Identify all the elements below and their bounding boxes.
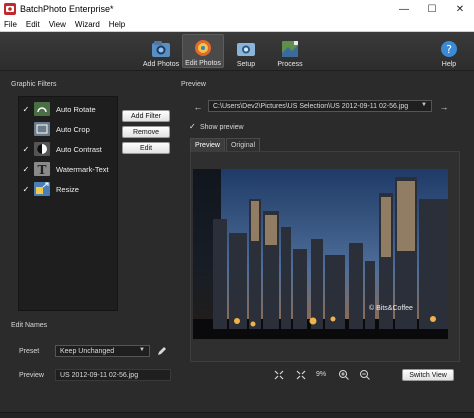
process-icon xyxy=(282,41,298,57)
fit-to-window-icon[interactable] xyxy=(273,369,285,381)
file-path-value: C:\Users\Dev2\Pictures\US Selection\US 2… xyxy=(213,102,409,110)
filter-label: Resize xyxy=(56,184,79,194)
file-path-select[interactable]: C:\Users\Dev2\Pictures\US Selection\US 2… xyxy=(208,100,432,112)
setup-label: Setup xyxy=(236,61,256,68)
app-logo-icon xyxy=(4,3,16,15)
text-icon: T xyxy=(34,162,50,176)
zoom-in-icon[interactable] xyxy=(338,369,350,381)
filter-item-auto-crop[interactable]: Auto Crop xyxy=(19,120,117,138)
auto-contrast-icon xyxy=(34,142,50,156)
menu-wizard[interactable]: Wizard xyxy=(75,20,100,29)
resize-icon xyxy=(34,182,50,196)
preview-heading: Preview xyxy=(181,81,206,88)
menu-edit[interactable]: Edit xyxy=(26,20,40,29)
filter-label: Auto Rotate xyxy=(56,104,96,114)
filter-item-auto-rotate[interactable]: ✓ Auto Rotate xyxy=(19,100,117,118)
filter-item-auto-contrast[interactable]: ✓ Auto Contrast xyxy=(19,140,117,158)
remove-filter-button[interactable]: Remove xyxy=(122,126,170,138)
show-preview-label: Show preview xyxy=(200,124,244,131)
menu-file[interactable]: File xyxy=(4,20,17,29)
preview-area: © Bits&Coffee xyxy=(190,151,460,362)
edit-photos-label: Edit Photos xyxy=(185,60,221,67)
menu-bar: File Edit View Wizard Help xyxy=(0,18,474,32)
chevron-down-icon: ▼ xyxy=(421,102,427,108)
arrow-right-icon[interactable]: → xyxy=(438,101,450,113)
preset-select[interactable]: Keep Unchanged ▼ xyxy=(55,345,150,357)
watermark-text: © Bits&Coffee xyxy=(369,304,413,312)
title-bar: BatchPhoto Enterprise* — ☐ ✕ xyxy=(0,0,474,18)
filter-checkbox[interactable]: ✓ xyxy=(21,105,31,114)
auto-crop-icon xyxy=(34,122,50,136)
window-title: BatchPhoto Enterprise* xyxy=(20,4,114,14)
edit-photos-icon xyxy=(195,40,211,56)
filter-label: Auto Contrast xyxy=(56,144,102,154)
preview-image[interactable]: © Bits&Coffee xyxy=(193,169,448,339)
filters-list[interactable]: ✓ Auto Rotate Auto Crop ✓ Auto Contrast … xyxy=(18,96,118,311)
auto-rotate-icon xyxy=(34,102,50,116)
minimize-button[interactable]: — xyxy=(390,0,418,18)
help-icon: ? xyxy=(441,41,457,57)
filter-item-resize[interactable]: ✓ Resize xyxy=(19,180,117,198)
filter-checkbox[interactable]: ✓ xyxy=(21,145,31,154)
filter-label: Auto Crop xyxy=(56,124,90,134)
filter-item-watermark-text[interactable]: ✓ T Watermark-Text xyxy=(19,160,117,178)
name-preview-value: US 2012-09-11 02-56.jpg xyxy=(60,371,139,379)
show-preview-checkbox[interactable]: ✓ xyxy=(189,122,196,131)
name-preview-label: Preview xyxy=(19,372,44,379)
edit-photos-button[interactable]: Edit Photos xyxy=(182,34,224,68)
chevron-down-icon: ▼ xyxy=(139,347,145,353)
process-button[interactable]: Process xyxy=(272,34,308,68)
filter-label: Watermark-Text xyxy=(56,164,109,174)
add-photos-icon xyxy=(152,41,170,57)
svg-text:?: ? xyxy=(446,43,452,56)
add-filter-button[interactable]: Add Filter xyxy=(122,110,170,122)
menu-help[interactable]: Help xyxy=(109,20,125,29)
filter-checkbox[interactable]: ✓ xyxy=(21,185,31,194)
menu-view[interactable]: View xyxy=(49,20,66,29)
graphic-filters-heading: Graphic Filters xyxy=(11,81,57,88)
preset-label: Preset xyxy=(19,348,40,355)
svg-text:T: T xyxy=(38,163,47,176)
help-button[interactable]: ? Help xyxy=(436,34,462,68)
edit-filter-button[interactable]: Edit xyxy=(122,142,170,154)
arrow-left-icon[interactable]: ← xyxy=(192,101,204,113)
tab-preview[interactable]: Preview xyxy=(190,138,225,151)
switch-view-button[interactable]: Switch View xyxy=(402,369,454,381)
pencil-icon[interactable] xyxy=(157,346,167,356)
preset-value: Keep Unchanged xyxy=(60,347,115,355)
status-bar xyxy=(0,412,474,418)
add-photos-button[interactable]: Add Photos xyxy=(139,34,183,68)
filter-checkbox[interactable]: ✓ xyxy=(21,165,31,174)
main-toolbar: Add Photos Edit Photos Setup Process ? H… xyxy=(0,32,474,71)
setup-icon xyxy=(237,43,255,56)
zoom-out-icon[interactable] xyxy=(359,369,371,381)
help-label: Help xyxy=(441,61,457,68)
close-button[interactable]: ✕ xyxy=(446,0,474,18)
actual-size-icon[interactable] xyxy=(295,369,307,381)
process-label: Process xyxy=(277,61,303,68)
name-preview-field: US 2012-09-11 02-56.jpg xyxy=(55,369,171,381)
tab-original[interactable]: Original xyxy=(226,138,260,151)
setup-button[interactable]: Setup xyxy=(228,34,264,68)
add-photos-label: Add Photos xyxy=(142,61,180,68)
zoom-level: 9% xyxy=(316,371,327,378)
maximize-button[interactable]: ☐ xyxy=(418,0,446,18)
edit-names-heading: Edit Names xyxy=(11,322,48,329)
